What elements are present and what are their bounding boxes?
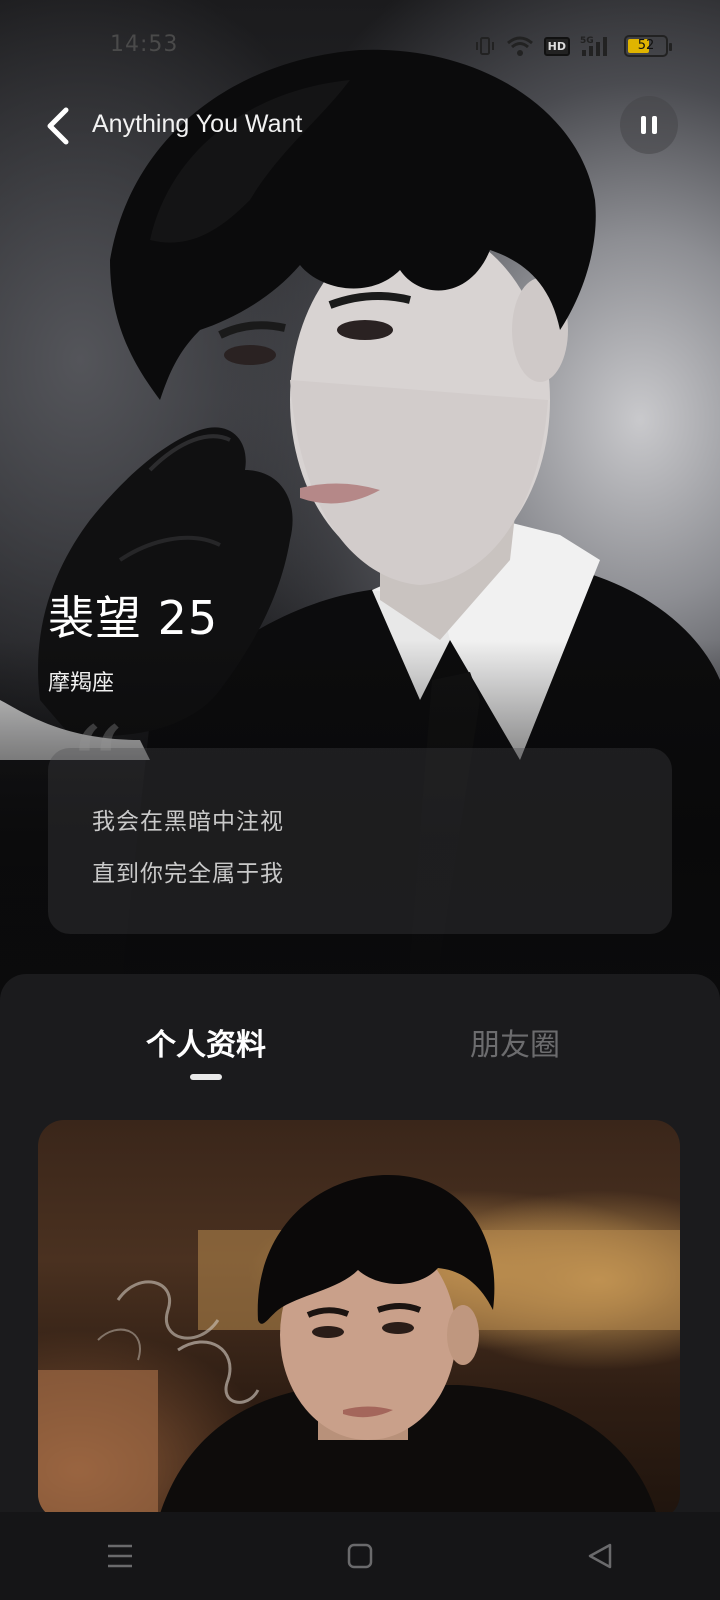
home-button[interactable] [325, 1526, 395, 1586]
status-icons: HD 5G 52 [474, 34, 672, 58]
back-button[interactable] [38, 104, 78, 148]
tab-moments[interactable]: 朋友圈 [470, 1020, 560, 1064]
profile-photo-card[interactable] [38, 1120, 680, 1520]
vibrate-icon [474, 35, 496, 57]
menu-button[interactable] [85, 1526, 155, 1586]
hd-icon: HD [543, 36, 570, 56]
back-triangle-icon [588, 1543, 612, 1569]
signal-icon: 5G [580, 34, 614, 58]
home-icon [347, 1543, 373, 1569]
status-bar: 14:53 HD 5G 52 [0, 0, 720, 96]
profile-photo-image [38, 1175, 680, 1520]
tab-personal-info[interactable]: 个人资料 [146, 1020, 266, 1064]
profile-screen: 14:53 HD 5G 52 Anything You Want 裴望 25 摩… [0, 0, 720, 1600]
system-back-button[interactable] [565, 1526, 635, 1586]
quote-line-2: 直到你完全属于我 [92, 861, 284, 887]
song-title[interactable]: Anything You Want [92, 110, 302, 139]
status-time: 14:53 [110, 32, 179, 57]
pause-button[interactable] [620, 96, 678, 154]
menu-icon [108, 1544, 132, 1568]
pause-icon [638, 116, 660, 134]
profile-name-age: 裴望 25 [48, 591, 219, 645]
battery-icon: 52 [624, 35, 672, 57]
quote-card [48, 748, 672, 934]
battery-cap [669, 43, 672, 51]
tab-indicator [190, 1074, 222, 1080]
system-nav-bar [0, 1512, 720, 1600]
quote-line-1: 我会在黑暗中注视 [92, 809, 284, 835]
wifi-icon [506, 35, 534, 57]
svg-text:5G: 5G [580, 36, 594, 46]
back-chevron-icon [47, 107, 69, 145]
profile-zodiac: 摩羯座 [48, 671, 115, 696]
battery-level: 52 [637, 38, 655, 53]
